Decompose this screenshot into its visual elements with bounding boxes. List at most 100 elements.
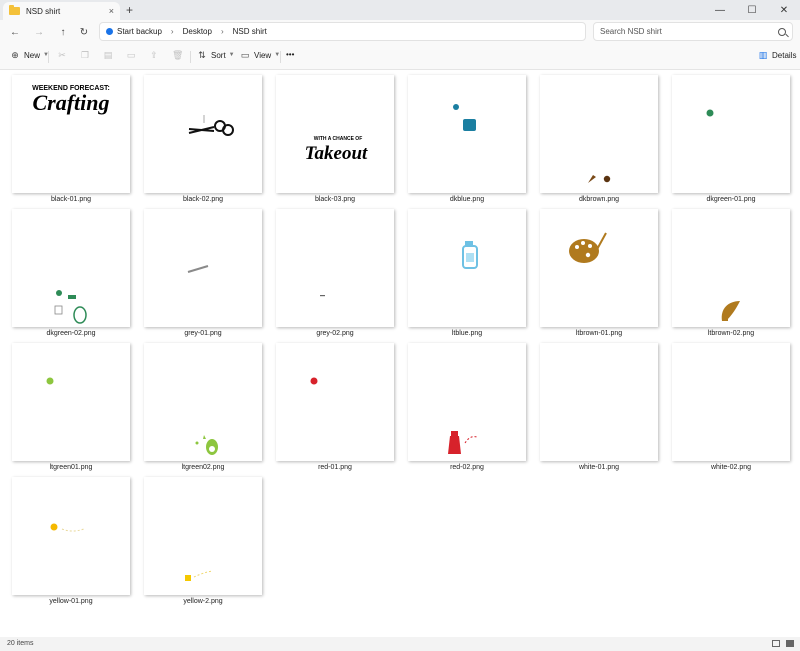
copy-button[interactable]: ❐ [80,50,94,60]
title-bar: NSD shirt × + — ☐ ✕ [0,0,800,20]
close-tab-icon[interactable]: × [109,6,114,16]
file-thumbnail[interactable] [672,343,790,461]
folder-icon [9,5,20,15]
file-thumbnail[interactable] [540,209,658,327]
file-thumbnail[interactable] [540,75,658,193]
file-name[interactable]: dkgreen-02.png [10,330,132,337]
thumbnail-image [188,115,234,136]
close-window-button[interactable]: ✕ [768,0,800,20]
sort-icon: ⇅ [198,50,206,60]
details-view-icon[interactable] [772,640,780,647]
file-thumbnail[interactable] [672,209,790,327]
file-thumbnail[interactable] [672,75,790,193]
breadcrumb-start-backup[interactable]: Start backup [117,27,162,36]
view-button[interactable]: ▭ View ▼ [240,50,280,60]
file-name[interactable]: red-02.png [406,464,528,471]
cut-button[interactable]: ✂ [57,50,71,60]
file-thumbnail[interactable] [144,75,262,193]
file-name[interactable]: black-02.png [142,196,264,203]
file-name[interactable]: white-01.png [538,464,660,471]
file-name[interactable]: ltbrown-02.png [670,330,792,337]
file-thumbnail[interactable] [408,75,526,193]
file-name[interactable]: ltgreen01.png [10,464,132,471]
file-thumbnail[interactable] [540,343,658,461]
art-text-line: Crafting [32,90,109,115]
art-text-line: Takeout [305,143,368,164]
file-thumbnail[interactable] [408,209,526,327]
thumbnail-image [185,570,213,581]
command-bar: ⊕ New ▼ ✂ ❐ ▤ ▭ ⇪ 🗑 ⇅ Sort ▼ ▭ View ▼ ••… [0,43,800,70]
new-button[interactable]: ⊕ New ▼ [10,50,49,60]
divider [280,51,281,63]
copy-icon: ❐ [80,50,90,60]
thumbnail-image [453,104,476,131]
thumbnail-image: WITH A CHANCE OF Takeout [305,136,368,164]
thumbnail-image [310,377,318,385]
thumbnail-image [46,377,54,385]
breadcrumb-nsd-shirt[interactable]: NSD shirt [233,27,267,36]
thumbnail-image [448,431,478,454]
refresh-icon[interactable]: ↻ [76,24,92,40]
art-text-line: WITH A CHANCE OF [314,136,363,142]
file-name[interactable]: grey-02.png [274,330,396,337]
tab-nsd-shirt[interactable]: NSD shirt × [3,2,120,20]
share-button[interactable]: ⇪ [149,50,163,60]
minimize-button[interactable]: — [704,0,736,20]
file-name[interactable]: black-03.png [274,196,396,203]
file-thumbnail[interactable] [144,209,262,327]
sort-button[interactable]: ⇅ Sort ▼ [197,50,234,60]
file-name[interactable]: black-01.png [10,196,132,203]
file-name[interactable]: white-02.png [670,464,792,471]
thumbnail-image [462,241,478,269]
file-thumbnail[interactable] [144,477,262,595]
paste-button[interactable]: ▤ [103,50,117,60]
back-icon[interactable]: ← [7,24,23,40]
delete-button[interactable]: 🗑 [172,50,186,60]
item-count: 20 items [7,640,34,647]
maximize-button[interactable]: ☐ [736,0,768,20]
file-name[interactable]: dkblue.png [406,196,528,203]
share-icon: ⇪ [150,50,158,60]
file-name[interactable]: yellow-01.png [10,598,132,605]
file-thumbnail[interactable] [12,209,130,327]
view-icon: ▭ [240,50,250,60]
file-thumbnail[interactable] [276,343,394,461]
thumbnail-image [195,435,218,455]
file-name[interactable]: yellow-2.png [142,598,264,605]
more-options-button[interactable]: ••• [286,50,294,59]
file-name[interactable]: ltgreen02.png [142,464,264,471]
new-tab-button[interactable]: + [126,3,133,17]
plus-circle-icon: ⊕ [11,50,19,60]
chevron-right-icon: › [220,27,224,36]
cut-icon: ✂ [58,50,66,60]
thumbnail-image [588,175,611,183]
divider [190,51,191,63]
tab-title: NSD shirt [26,6,61,16]
search-box[interactable]: Search NSD shirt [593,22,793,41]
address-bar[interactable]: Start backup › Desktop › NSD shirt [99,22,586,41]
large-icons-view-icon[interactable] [786,640,794,647]
details-button[interactable]: ▥ Details [758,50,797,60]
file-thumbnail[interactable] [408,343,526,461]
paste-icon: ▤ [103,50,113,60]
cloud-backup-icon [106,28,113,35]
file-thumbnail[interactable]: WEEKEND FORECAST: Crafting [12,75,130,193]
file-name[interactable]: red-01.png [274,464,396,471]
file-name[interactable]: ltblue.png [406,330,528,337]
file-name[interactable]: grey-01.png [142,330,264,337]
thumbnail-image [569,232,607,263]
file-name[interactable]: dkbrown.png [538,196,660,203]
rename-button[interactable]: ▭ [126,50,140,60]
file-name[interactable]: dkgreen-01.png [670,196,792,203]
chevron-right-icon: › [170,27,174,36]
file-thumbnail[interactable] [144,343,262,461]
file-thumbnail[interactable] [276,209,394,327]
forward-icon[interactable]: → [31,24,47,40]
file-thumbnail[interactable] [12,343,130,461]
file-thumbnail[interactable] [12,477,130,595]
file-name[interactable]: ltbrown-01.png [538,330,660,337]
up-icon[interactable]: ↑ [55,24,71,40]
breadcrumb-desktop[interactable]: Desktop [183,27,212,36]
thumbnail-image [706,109,714,117]
file-thumbnail[interactable]: WITH A CHANCE OF Takeout [276,75,394,193]
